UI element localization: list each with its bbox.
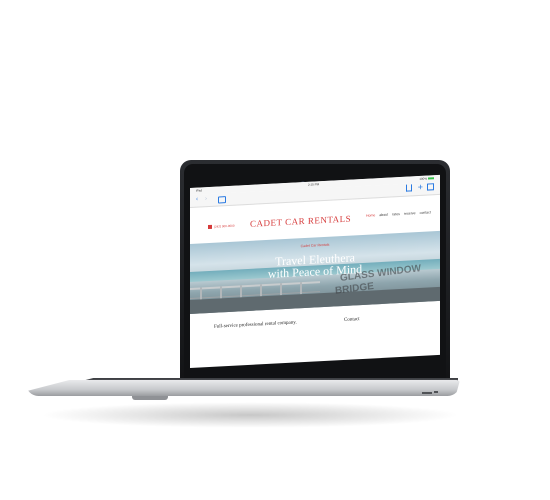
port-icon [434,391,438,393]
laptop-screen: iPad 2:15 PM 100% ‹ › + (242) 000-0000 C… [190,174,440,368]
laptop-base [26,380,460,396]
laptop-notch [132,396,168,400]
chevron-left-icon[interactable]: ‹ [196,197,198,203]
chevron-right-icon[interactable]: › [205,196,207,202]
status-battery: 100% [419,176,434,181]
nav-item-rates[interactable]: rates [392,212,400,216]
hero-banner: GLASS WINDOW BRIDGE Cadet Car Rentals Tr… [190,230,440,314]
hero-post [220,286,222,299]
new-tab-icon[interactable]: + [418,182,423,192]
port-icon [422,392,432,394]
nav-item-reserve[interactable]: reserve [404,211,416,216]
main-nav: Home about rates reserve contact [366,210,431,217]
status-time: 2:15 PM [308,182,320,187]
hero-title: Travel Eleuthera with Peace of Mind [190,247,440,284]
tabs-icon[interactable] [427,183,434,191]
phone-icon [208,224,212,230]
intro-text: Full-service professional rental company… [214,320,297,330]
hero-post [240,285,242,298]
battery-percent: 100% [419,176,427,181]
battery-icon [428,177,434,180]
phone-number[interactable]: (242) 000-0000 [214,224,235,229]
site-logo[interactable]: CADET CAR RENTALS [250,214,351,229]
hero-post [280,283,282,296]
nav-item-contact[interactable]: contact [420,210,431,215]
contact-heading[interactable]: Contact [344,317,360,323]
hero-post [300,282,302,295]
share-icon[interactable] [406,184,412,192]
bookmarks-icon[interactable] [218,196,226,204]
hero-post [200,287,202,300]
status-carrier: iPad [196,188,203,193]
hero-post [260,284,262,297]
nav-item-about[interactable]: about [379,213,388,217]
nav-item-home[interactable]: Home [366,213,375,217]
laptop-shadow [40,402,460,428]
